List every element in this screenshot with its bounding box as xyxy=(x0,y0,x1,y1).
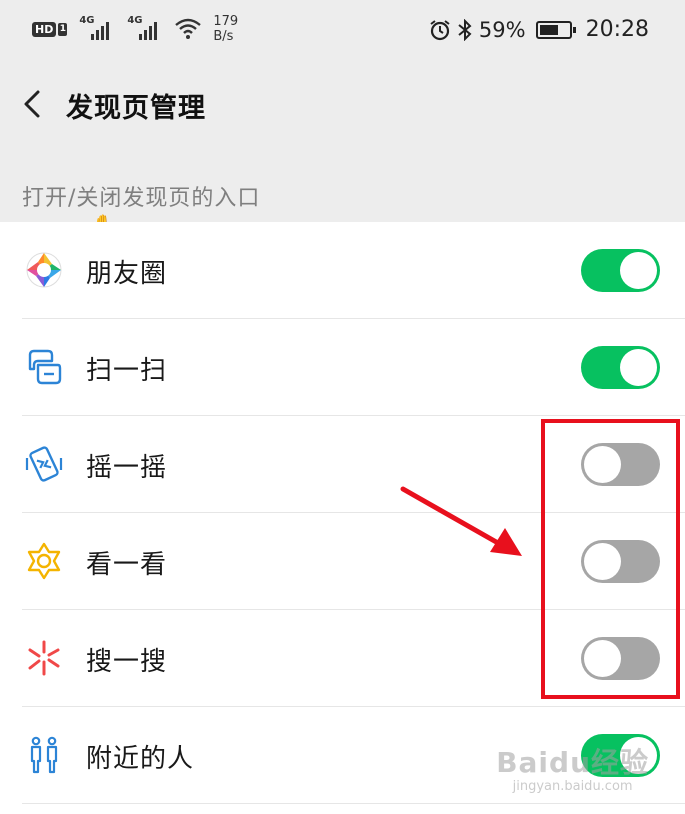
battery-percent: 59% xyxy=(478,17,526,42)
alarm-icon xyxy=(430,19,450,40)
signal-icon: 4G xyxy=(127,15,163,40)
title-bar: 发现页管理 xyxy=(0,64,685,148)
network-speed: 179 B/s xyxy=(213,14,238,44)
status-bar: HD 1 4G 4G 179 B/s 59% 20:28 xyxy=(0,0,685,64)
list-item-moments[interactable]: 朋友圈 xyxy=(0,222,685,319)
watermark-sub: jingyan.baidu.com xyxy=(512,779,633,794)
network-speed-value: 179 xyxy=(213,14,239,29)
list-item-label: 看一看 xyxy=(86,550,168,580)
section-header: 打开/关闭发现页的入口 xyxy=(0,148,685,222)
screen: HD 1 4G 4G 179 B/s 59% 20:28 发现页管理 打开/关闭… xyxy=(0,0,685,814)
status-left: HD 1 4G 4G 179 B/s xyxy=(32,14,238,44)
signal-icon: 4G xyxy=(79,15,115,40)
hd-icon: HD 1 xyxy=(32,19,68,39)
hd-label: HD xyxy=(32,21,57,37)
list-item-label: 搜一搜 xyxy=(86,647,168,677)
people-nearby-icon xyxy=(30,736,58,774)
sim-slot-label: 1 xyxy=(58,22,68,36)
list-item-scan[interactable]: 扫一扫 xyxy=(0,319,685,416)
list-item-label: 朋友圈 xyxy=(86,259,168,289)
chevron-left-icon[interactable] xyxy=(18,86,48,126)
list-item-label: 扫一扫 xyxy=(86,356,168,386)
scan-toggle[interactable] xyxy=(581,346,660,389)
network-speed-unit: B/s xyxy=(213,29,234,44)
highlight-box xyxy=(541,419,680,699)
moments-toggle[interactable] xyxy=(581,249,660,292)
watermark: Baidu经验 jingyan.baidu.com xyxy=(496,741,649,794)
bluetooth-icon xyxy=(458,18,472,41)
top-stories-star-icon xyxy=(27,542,61,580)
section-label: 打开/关闭发现页的入口 xyxy=(22,186,261,211)
moments-aperture-icon xyxy=(26,252,62,288)
clock: 20:28 xyxy=(585,17,649,42)
wifi-icon xyxy=(175,18,202,39)
scan-icon xyxy=(28,349,62,385)
search-sparkle-icon xyxy=(28,640,60,676)
list-item-label: 摇一摇 xyxy=(86,453,168,483)
status-right: 59% 20:28 xyxy=(429,17,649,42)
battery-icon xyxy=(535,20,576,39)
shake-phone-icon xyxy=(25,446,63,482)
watermark-main: Baidu经验 xyxy=(496,746,649,779)
list-item-label: 附近的人 xyxy=(86,744,195,774)
page-title: 发现页管理 xyxy=(66,93,206,124)
